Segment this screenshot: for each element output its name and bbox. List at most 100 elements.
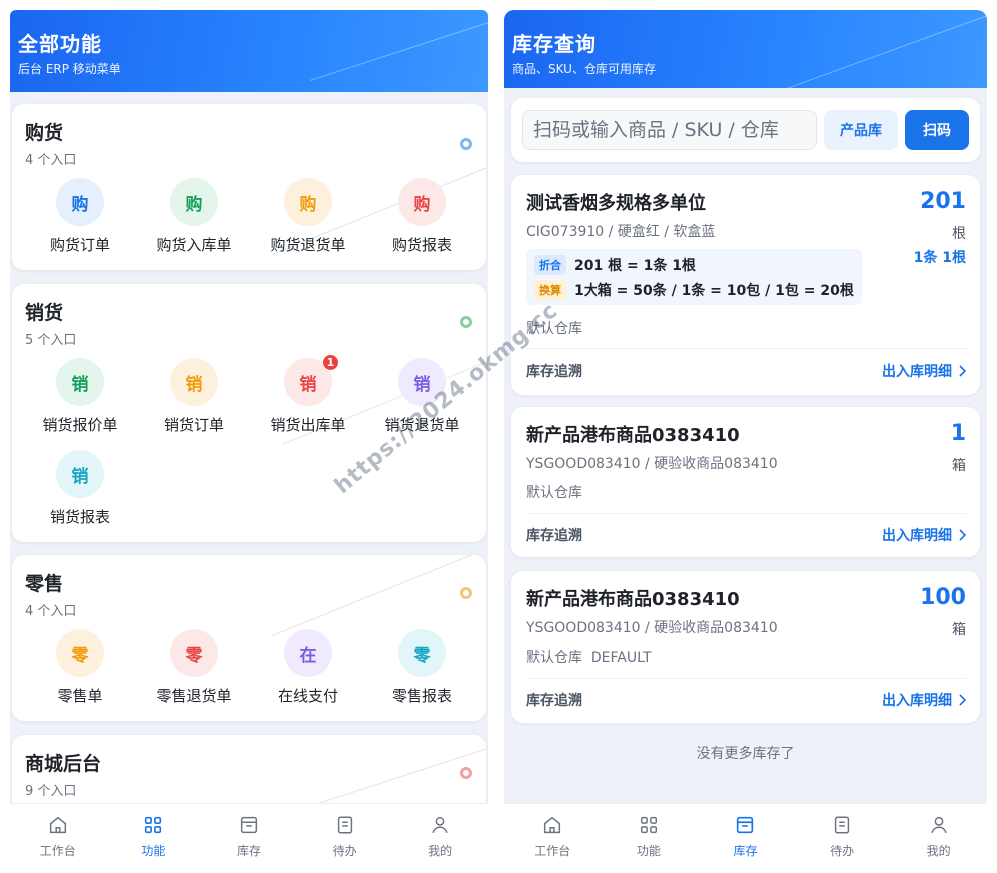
todo-icon (337, 816, 352, 834)
unit-conversion-box: 折合 201 根 = 1条 1根 换算 1大箱 = 50条 / 1条 = 10包… (526, 249, 862, 305)
chevron-right-icon (959, 529, 966, 541)
bottom-tab-bar: 工作台 功能 库存 待办 我的 (10, 803, 488, 873)
retail-icon: 零 (170, 629, 218, 677)
menu-item-purchase-return[interactable]: 购 购货退货单 (251, 178, 365, 270)
user-icon (432, 816, 448, 834)
notification-badge: 1 (322, 354, 339, 371)
product-sku: CIG073910 / 硬盒红 / 软盒蓝 (526, 224, 716, 240)
tab-workbench[interactable]: 工作台 (504, 804, 601, 873)
menu-item-sales-quote[interactable]: 销 销货报价单 (23, 358, 137, 450)
warehouse-name: 默认仓库 (526, 485, 582, 501)
stock-trace-link[interactable]: 库存追溯 (526, 361, 582, 381)
section-count: 4 个入口 (25, 604, 77, 619)
in-out-detail-link[interactable]: 出入库明细 (882, 525, 966, 545)
menu-item-online-payment[interactable]: 在 在线支付 (251, 629, 365, 721)
menu-item-sales-report[interactable]: 销 销货报表 (23, 450, 137, 542)
stock-trace-link[interactable]: 库存追溯 (526, 525, 582, 545)
product-name: 测试香烟多规格多单位 (526, 193, 706, 214)
in-out-detail-link[interactable]: 出入库明细 (882, 690, 966, 710)
menu-item-purchase-report[interactable]: 购 购货报表 (365, 178, 479, 270)
sales-icon: 销 (56, 450, 104, 498)
retail-icon: 零 (398, 629, 446, 677)
tab-todo[interactable]: 待办 (297, 804, 393, 873)
menu-item-retail-order[interactable]: 零 零售单 (23, 629, 137, 721)
section-title: 商城后台 (25, 753, 102, 775)
menu-item-label: 销货退货单 (384, 416, 460, 434)
section-count: 4 个入口 (25, 153, 77, 168)
page-subtitle: 商品、SKU、仓库可用库存 (512, 62, 656, 76)
stock-trace-link[interactable]: 库存追溯 (526, 690, 582, 710)
divider (526, 678, 966, 679)
tab-label: 工作台 (39, 844, 76, 858)
tab-mine[interactable]: 我的 (890, 804, 987, 873)
tab-label: 库存 (236, 844, 261, 858)
menu-item-retail-return[interactable]: 零 零售退货单 (137, 629, 251, 721)
warehouse-name: 默认仓库 (526, 321, 582, 337)
stock-unit: 箱 (952, 622, 966, 638)
menu-item-label: 零售报表 (391, 687, 452, 705)
menu-item-label: 购货退货单 (270, 236, 346, 254)
menu-item-sales-return[interactable]: 销 销货退货单 (365, 358, 479, 450)
tab-inventory[interactable]: 库存 (697, 804, 794, 873)
header-decoration (753, 11, 987, 88)
chevron-right-icon (959, 694, 966, 706)
menu-item-retail-report[interactable]: 零 零售报表 (365, 629, 479, 721)
search-input[interactable] (522, 110, 817, 150)
section-accent-dot (460, 316, 472, 328)
stock-quantity: 201 (920, 189, 966, 214)
divider (526, 513, 966, 514)
page-title: 全部功能 (18, 32, 102, 56)
section-accent-dot (460, 767, 472, 779)
tab-label: 待办 (332, 844, 357, 858)
list-end-text: 没有更多库存了 (696, 746, 795, 762)
menu-item-label: 销货订单 (163, 416, 224, 434)
tab-functions[interactable]: 功能 (601, 804, 698, 873)
tab-mine[interactable]: 我的 (392, 804, 488, 873)
detail-label: 出入库明细 (882, 364, 952, 380)
inventory-card[interactable]: 新产品港布商品0383410 YSGOOD083410 / 硬验收商品08341… (511, 571, 980, 723)
tab-workbench[interactable]: 工作台 (10, 804, 106, 873)
search-panel: 产品库 扫码 (511, 98, 980, 162)
todo-icon (834, 816, 850, 834)
tab-inventory[interactable]: 库存 (201, 804, 297, 873)
tab-functions[interactable]: 功能 (106, 804, 202, 873)
stock-unit: 根 (952, 226, 966, 242)
section-count: 5 个入口 (25, 333, 77, 348)
scan-button[interactable]: 扫码 (905, 110, 969, 150)
menu-item-sales-order[interactable]: 销 销货订单 (137, 358, 251, 450)
payment-icon: 在 (284, 629, 332, 677)
conversion-text: 1大箱 = 50条 / 1条 = 10包 / 1包 = 20根 (574, 283, 854, 299)
retail-icon: 零 (56, 629, 104, 677)
section-count: 9 个入口 (25, 784, 77, 799)
tab-label: 库存 (733, 844, 758, 858)
stock-quantity: 1 (950, 421, 966, 446)
in-out-detail-link[interactable]: 出入库明细 (882, 361, 966, 381)
section-card-sales: 销货 5 个入口 销 销货报价单 销 销货订单 销 1 销货出库单 销 销货退货… (12, 284, 486, 542)
equivalent-text: 201 根 = 1条 1根 (574, 258, 696, 274)
grid-icon (145, 816, 162, 834)
purchase-icon: 购 (398, 178, 446, 226)
tab-todo[interactable]: 待办 (794, 804, 891, 873)
menu-item-label: 销货报价单 (42, 416, 118, 434)
tab-label: 我的 (428, 844, 453, 858)
tab-label: 功能 (636, 844, 661, 858)
functions-header: 全部功能 后台 ERP 移动菜单 (10, 10, 488, 92)
menu-item-label: 零售单 (57, 687, 103, 705)
section-title: 销货 (25, 302, 64, 324)
inventory-card[interactable]: 测试香烟多规格多单位 CIG073910 / 硬盒红 / 软盒蓝 201 根 1… (511, 175, 980, 395)
menu-item-label: 购货报表 (391, 236, 452, 254)
inventory-screen: 库存查询 商品、SKU、仓库可用库存 产品库 扫码 测试香烟多规格多单位 CIG… (504, 10, 987, 873)
menu-item-label: 在线支付 (277, 687, 338, 705)
menu-item-purchase-receipt[interactable]: 购 购货入库单 (137, 178, 251, 270)
product-sku: YSGOOD083410 / 硬验收商品083410 (526, 620, 778, 636)
product-name: 新产品港布商品0383410 (526, 589, 740, 610)
grid-icon (640, 816, 657, 834)
page-title: 库存查询 (512, 32, 596, 56)
inventory-card[interactable]: 新产品港布商品0383410 YSGOOD083410 / 硬验收商品08341… (511, 407, 980, 557)
product-sku: YSGOOD083410 / 硬验收商品083410 (526, 456, 778, 472)
section-title: 零售 (25, 573, 64, 595)
chevron-right-icon (959, 365, 966, 377)
menu-item-sales-delivery[interactable]: 销 1 销货出库单 (251, 354, 365, 450)
product-library-button[interactable]: 产品库 (824, 110, 898, 150)
menu-item-purchase-order[interactable]: 购 购货订单 (23, 178, 137, 270)
